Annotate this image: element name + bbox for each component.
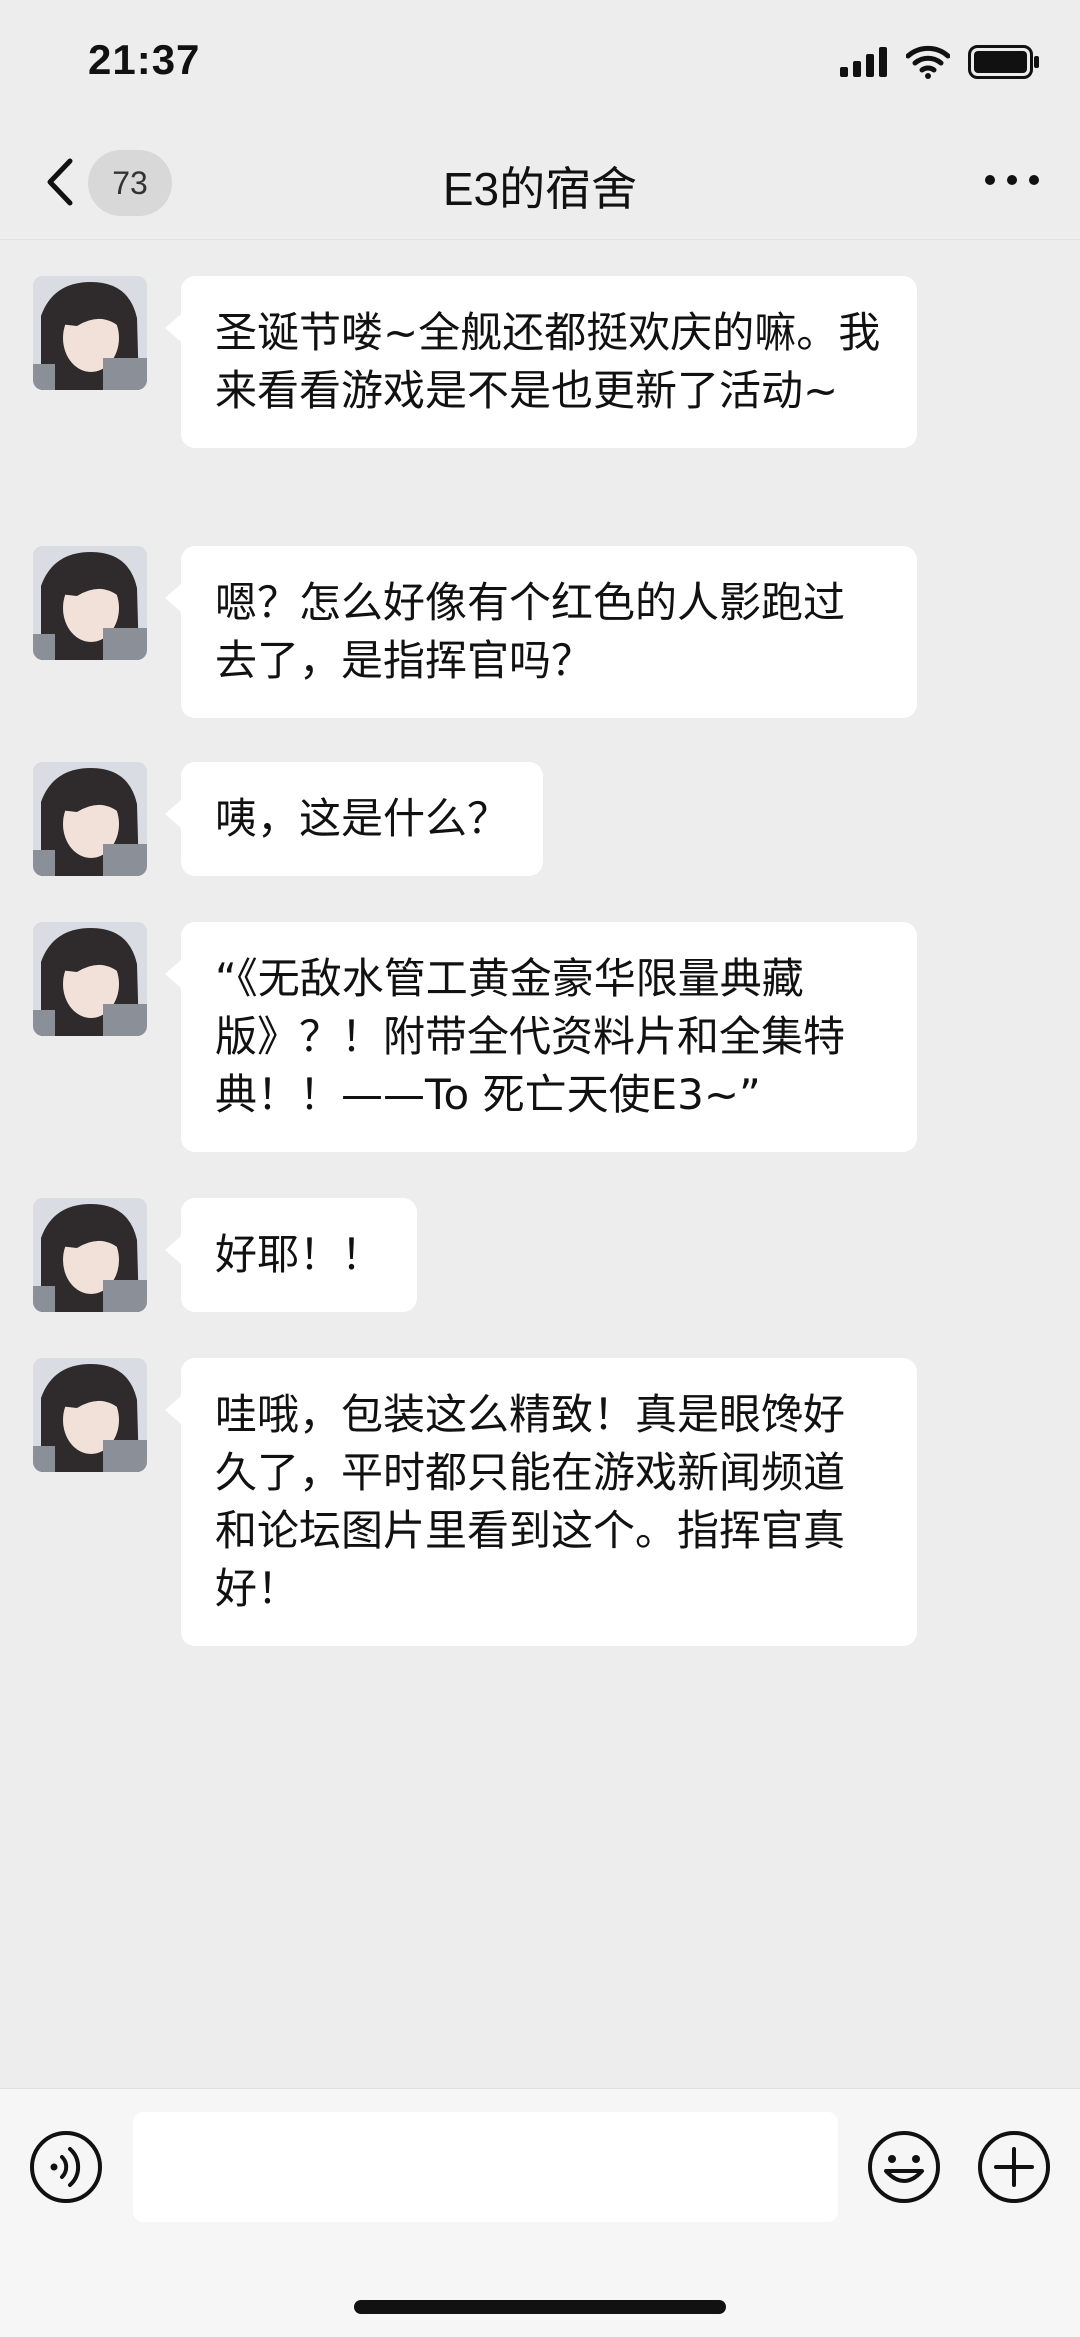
nav-bar: 73 E3的宿舍 — [0, 125, 1080, 240]
signal-icon — [840, 47, 887, 77]
status-icons — [840, 44, 1040, 80]
plus-icon[interactable] — [976, 2129, 1052, 2205]
avatar-image — [33, 276, 147, 390]
more-dots-icon[interactable] — [984, 165, 1040, 195]
avatar[interactable] — [33, 922, 147, 1036]
avatar[interactable] — [33, 762, 147, 876]
message-bubble[interactable]: 圣诞节喽~全舰还都挺欢庆的嘛。我来看看游戏是不是也更新了活动~ — [165, 276, 917, 448]
message-bubble[interactable]: 好耶！！ — [164, 1198, 418, 1312]
avatar-image — [33, 922, 147, 1036]
avatar[interactable] — [33, 1198, 147, 1312]
message-bubble[interactable]: 嗯？怎么好像有个红色的人影跑过去了，是指挥官吗？ — [165, 546, 917, 718]
avatar-image — [33, 546, 147, 660]
status-time: 21:37 — [88, 36, 201, 83]
home-indicator — [354, 2300, 726, 2314]
message-input[interactable] — [133, 2112, 838, 2222]
message-bubble[interactable]: “《无敌水管工黄金豪华限量典藏版》？！附带全代资料片和全集特典！！——To 死亡… — [165, 922, 917, 1152]
battery-icon — [968, 45, 1039, 79]
avatar[interactable] — [33, 1358, 147, 1472]
message-bubble[interactable]: 哇哦，包装这么精致！真是眼馋好久了，平时都只能在游戏新闻频道和论坛图片里看到这个… — [165, 1358, 917, 1646]
message-bubble[interactable]: 咦，这是什么？ — [164, 762, 544, 876]
voice-icon[interactable] — [28, 2129, 104, 2205]
wifi-icon — [906, 45, 950, 79]
avatar-image — [33, 1198, 147, 1312]
chat-title: E3的宿舍 — [442, 163, 638, 215]
status-bar: 21:37 — [0, 0, 1080, 125]
avatar[interactable] — [33, 276, 147, 390]
avatar[interactable] — [33, 546, 147, 660]
avatar-image — [33, 1358, 147, 1472]
emoji-icon[interactable] — [866, 2129, 942, 2205]
avatar-image — [33, 762, 147, 876]
